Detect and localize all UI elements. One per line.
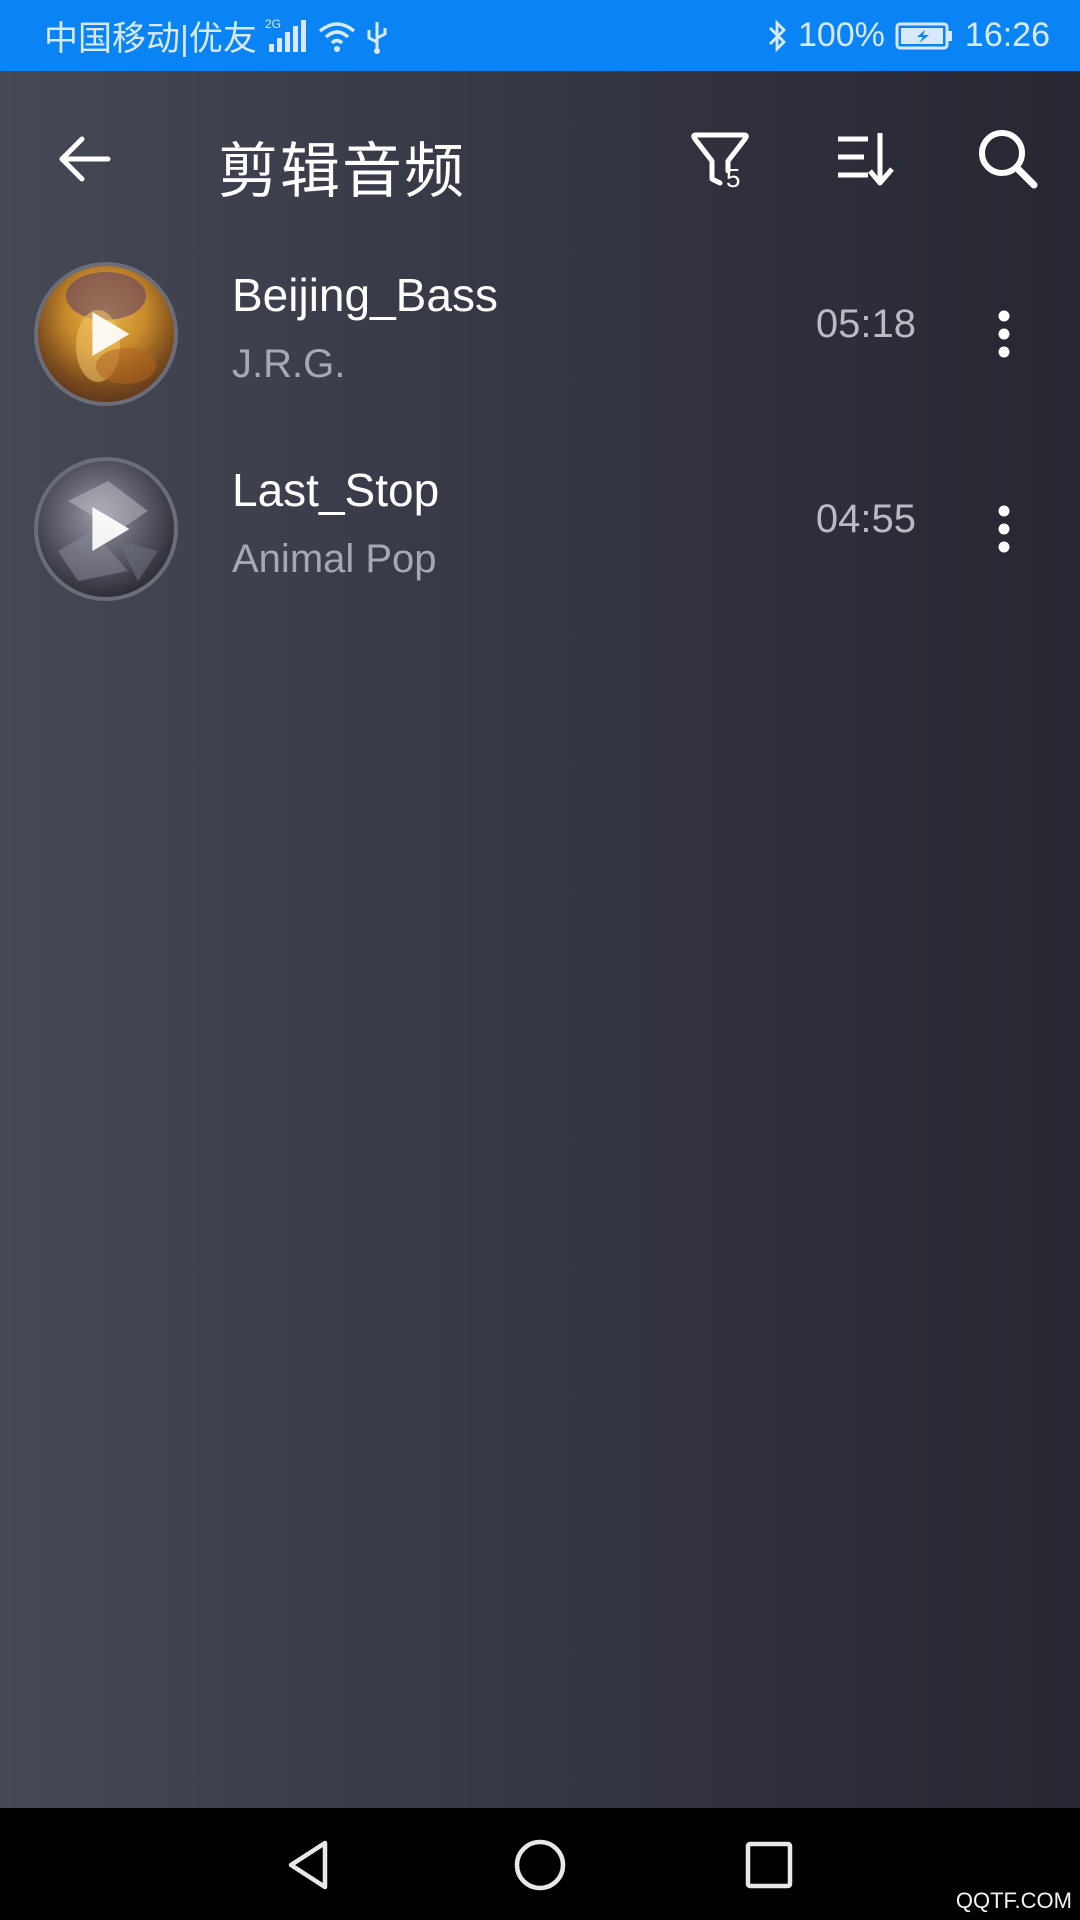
- track-artist: J.R.G.: [232, 342, 346, 386]
- search-icon: [979, 130, 1038, 189]
- sort-button[interactable]: [826, 119, 906, 199]
- bluetooth-icon: [766, 18, 788, 54]
- play-icon: [92, 507, 130, 551]
- track-item[interactable]: Last_Stop Animal Pop 04:55: [0, 437, 1080, 617]
- battery-percent: 100%: [797, 16, 885, 54]
- album-cover[interactable]: [34, 457, 178, 601]
- main-content: 剪辑音频 5 Beijing_Bass J.R.G. 05:18 Last_St…: [0, 71, 1080, 1808]
- wifi-icon: [317, 19, 357, 53]
- page-title: 剪辑音频: [218, 137, 466, 207]
- watermark-label: QQTF.COM: [955, 1888, 1072, 1913]
- clock-time: 16:26: [964, 16, 1050, 54]
- back-arrow-icon: [59, 136, 111, 182]
- usb-icon: [365, 18, 389, 54]
- app-bar: 剪辑音频 5: [0, 71, 1080, 241]
- back-button[interactable]: [44, 119, 124, 199]
- status-left: 中国移动|优友 2G: [44, 11, 389, 60]
- network-type-label: 2G: [265, 18, 281, 31]
- status-right: 100% 16:26: [766, 16, 1050, 55]
- search-button[interactable]: [968, 119, 1048, 199]
- recents-square-icon: [745, 1841, 793, 1889]
- album-cover[interactable]: [34, 262, 178, 406]
- sort-icon: [838, 133, 894, 186]
- home-circle-icon: [514, 1839, 566, 1891]
- track-title: Last_Stop: [232, 464, 440, 516]
- status-bar: 中国移动|优友 2G 100% 16:26: [0, 0, 1080, 71]
- filter-count-badge: 5: [726, 163, 740, 191]
- track-title: Beijing_Bass: [232, 269, 498, 321]
- signal-icon: 2G: [265, 18, 309, 54]
- more-vertical-icon: [998, 505, 1010, 553]
- track-duration: 04:55: [815, 497, 916, 541]
- nav-back-button[interactable]: [274, 1830, 344, 1900]
- nav-recents-button[interactable]: [734, 1830, 804, 1900]
- system-nav-bar: QQTF.COM: [0, 1808, 1080, 1920]
- filter-button[interactable]: 5: [682, 119, 762, 199]
- carrier-label: 中国移动|优友: [44, 20, 257, 58]
- play-icon: [92, 312, 130, 356]
- track-artist: Animal Pop: [232, 537, 437, 581]
- track-duration: 05:18: [815, 302, 916, 346]
- back-triangle-icon: [288, 1840, 328, 1890]
- battery-charging-icon: [895, 21, 955, 51]
- more-options-button[interactable]: [980, 489, 1028, 569]
- nav-home-button[interactable]: [505, 1830, 575, 1900]
- track-item[interactable]: Beijing_Bass J.R.G. 05:18: [0, 242, 1080, 422]
- more-options-button[interactable]: [980, 294, 1028, 374]
- more-vertical-icon: [998, 310, 1010, 358]
- filter-icon: 5: [691, 132, 749, 191]
